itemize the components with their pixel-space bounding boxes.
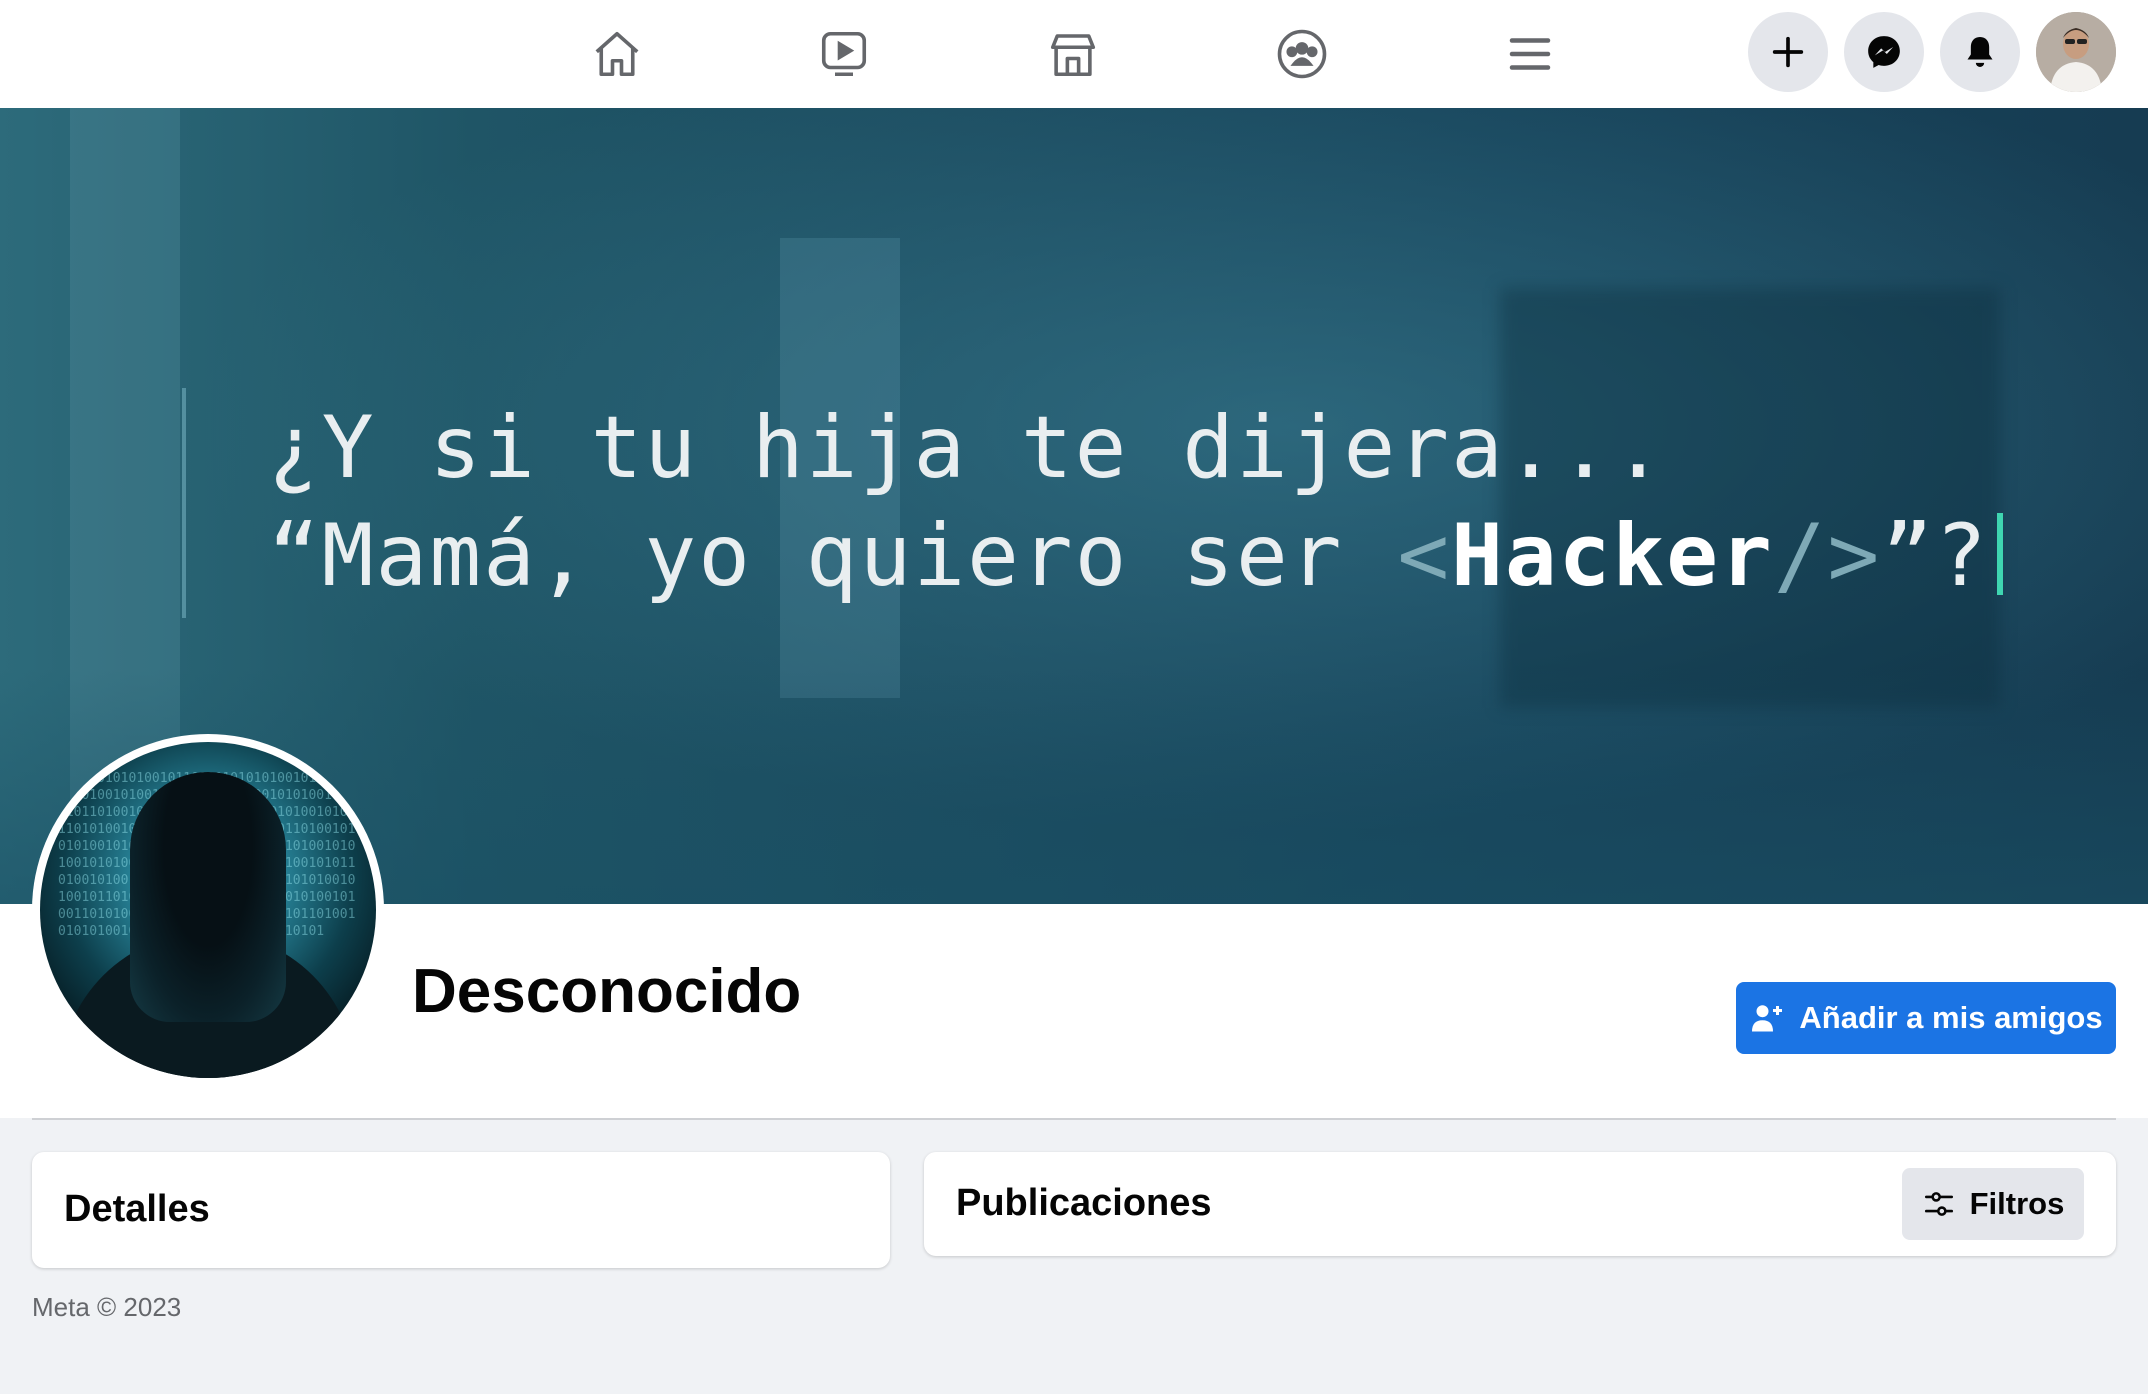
create-button[interactable] — [1748, 12, 1828, 92]
plus-icon — [1772, 36, 1804, 68]
cover-text-part: ”? — [1881, 506, 1989, 606]
add-friend-icon — [1752, 1005, 1783, 1032]
cover-text-part: < — [1397, 506, 1452, 606]
cover-text-hacker: Hacker — [1451, 506, 1774, 606]
messenger-icon — [1868, 36, 1900, 68]
messenger-button[interactable] — [1844, 12, 1924, 92]
bell-icon — [1967, 37, 1993, 67]
top-navigation-bar — [0, 0, 2148, 109]
text-cursor — [1996, 513, 2003, 595]
cover-text-line-2: “Mamá, yo quiero ser <Hacker/>”? — [268, 506, 2003, 606]
watch-icon[interactable] — [810, 20, 878, 88]
cover-text-line-1: ¿Y si tu hija te dijera... — [268, 398, 1667, 498]
add-friend-button[interactable]: Añadir a mis amigos — [1736, 982, 2116, 1054]
posts-card: Publicaciones Filtros — [924, 1152, 2116, 1256]
filters-icon — [1924, 1192, 1953, 1216]
details-title: Detalles — [64, 1188, 210, 1230]
cover-background-shape — [1500, 288, 2000, 708]
cover-text-part: /> — [1773, 506, 1882, 606]
notifications-button[interactable] — [1940, 12, 2020, 92]
add-friend-label: Añadir a mis amigos — [1799, 1000, 2103, 1035]
filters-label: Filtros — [1969, 1186, 2065, 1221]
profile-picture[interactable]: 0101001010100101101001010101001010110100… — [32, 734, 384, 1086]
home-icon[interactable] — [583, 20, 651, 88]
cover-text-part: “Mamá, yo quiero ser — [268, 506, 1398, 606]
footer-copyright: Meta © 2023 — [32, 1292, 182, 1322]
cover-accent-line — [182, 388, 186, 618]
details-card: Detalles — [32, 1152, 890, 1268]
menu-icon[interactable] — [1496, 20, 1564, 88]
profile-picture-image: 0101001010100101101001010101001010110100… — [40, 742, 376, 1078]
posts-title: Publicaciones — [956, 1182, 1212, 1224]
account-avatar[interactable] — [2036, 12, 2116, 92]
marketplace-icon[interactable] — [1039, 20, 1107, 88]
hooded-figure — [130, 772, 286, 1022]
filters-button[interactable]: Filtros — [1902, 1168, 2084, 1240]
profile-name: Desconocido — [412, 957, 802, 1026]
groups-icon[interactable] — [1268, 20, 1336, 88]
profile-divider — [32, 1118, 2116, 1120]
